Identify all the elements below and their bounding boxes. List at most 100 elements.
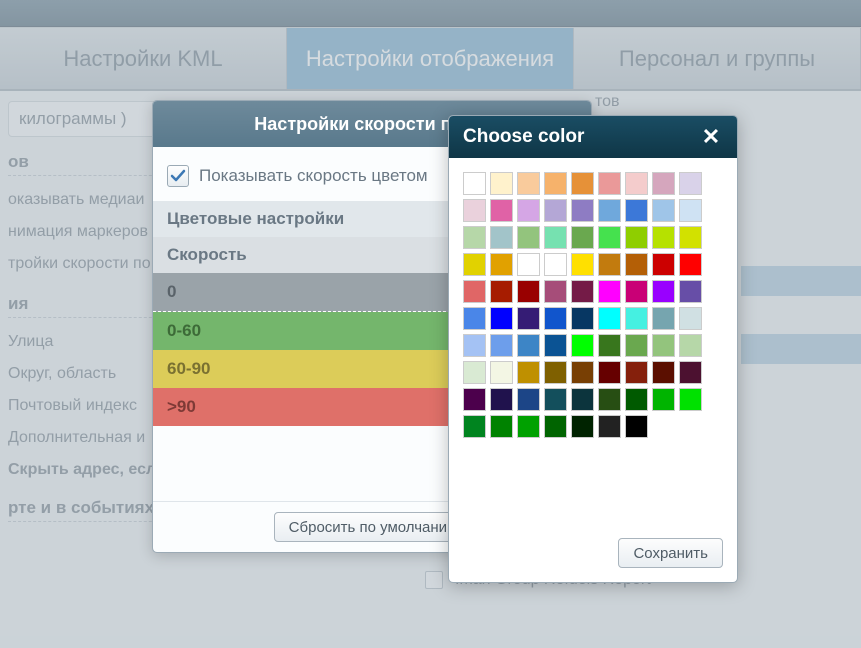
bg-units-input: килограммы ) bbox=[8, 101, 168, 137]
color-swatch[interactable] bbox=[679, 361, 702, 384]
bg-suffix: тов bbox=[595, 93, 620, 111]
color-swatch[interactable] bbox=[652, 226, 675, 249]
color-save-button[interactable]: Сохранить bbox=[618, 538, 723, 568]
color-swatch[interactable] bbox=[625, 307, 648, 330]
tab-kml[interactable]: Настройки KML bbox=[0, 28, 287, 89]
color-swatch[interactable] bbox=[463, 334, 486, 357]
color-swatch[interactable] bbox=[490, 172, 513, 195]
color-swatch[interactable] bbox=[517, 361, 540, 384]
color-swatch[interactable] bbox=[625, 388, 648, 411]
color-swatch[interactable] bbox=[625, 415, 648, 438]
color-swatch[interactable] bbox=[598, 307, 621, 330]
color-swatch[interactable] bbox=[679, 199, 702, 222]
color-swatch[interactable] bbox=[544, 415, 567, 438]
color-swatch[interactable] bbox=[544, 253, 567, 276]
color-swatch[interactable] bbox=[598, 334, 621, 357]
color-swatch[interactable] bbox=[463, 388, 486, 411]
color-swatch[interactable] bbox=[652, 172, 675, 195]
color-swatch[interactable] bbox=[679, 334, 702, 357]
color-swatch[interactable] bbox=[490, 280, 513, 303]
color-swatch[interactable] bbox=[679, 172, 702, 195]
tab-staff[interactable]: Персонал и группы bbox=[574, 28, 861, 89]
color-swatch[interactable] bbox=[490, 226, 513, 249]
color-swatch[interactable] bbox=[679, 388, 702, 411]
color-swatch[interactable] bbox=[490, 253, 513, 276]
bg-report-checkbox bbox=[425, 571, 443, 589]
color-swatch[interactable] bbox=[463, 226, 486, 249]
color-swatch[interactable] bbox=[517, 334, 540, 357]
color-swatch[interactable] bbox=[571, 307, 594, 330]
color-swatch[interactable] bbox=[517, 415, 540, 438]
color-swatch[interactable] bbox=[598, 199, 621, 222]
tab-display[interactable]: Настройки отображения bbox=[287, 28, 574, 89]
color-swatch[interactable] bbox=[571, 334, 594, 357]
color-swatch[interactable] bbox=[463, 361, 486, 384]
reset-default-button[interactable]: Сбросить по умолчанин bbox=[274, 512, 471, 542]
color-swatch[interactable] bbox=[490, 199, 513, 222]
color-swatch[interactable] bbox=[490, 307, 513, 330]
color-swatch[interactable] bbox=[652, 361, 675, 384]
color-swatch[interactable] bbox=[598, 172, 621, 195]
color-swatch[interactable] bbox=[544, 226, 567, 249]
color-swatch[interactable] bbox=[571, 226, 594, 249]
color-swatch[interactable] bbox=[652, 334, 675, 357]
color-swatch[interactable] bbox=[463, 253, 486, 276]
color-swatch[interactable] bbox=[463, 199, 486, 222]
color-swatch[interactable] bbox=[571, 280, 594, 303]
color-swatch[interactable] bbox=[517, 253, 540, 276]
color-swatch[interactable] bbox=[463, 280, 486, 303]
color-swatch[interactable] bbox=[598, 253, 621, 276]
color-swatch[interactable] bbox=[598, 361, 621, 384]
color-swatch[interactable] bbox=[571, 199, 594, 222]
color-swatch-grid bbox=[463, 172, 725, 438]
color-swatch[interactable] bbox=[625, 334, 648, 357]
color-swatch[interactable] bbox=[544, 172, 567, 195]
color-swatch[interactable] bbox=[652, 280, 675, 303]
color-swatch[interactable] bbox=[544, 334, 567, 357]
color-swatch[interactable] bbox=[625, 199, 648, 222]
color-swatch[interactable] bbox=[598, 415, 621, 438]
color-swatch[interactable] bbox=[463, 415, 486, 438]
color-swatch[interactable] bbox=[517, 307, 540, 330]
color-swatch[interactable] bbox=[625, 280, 648, 303]
color-swatch[interactable] bbox=[517, 388, 540, 411]
color-swatch[interactable] bbox=[544, 307, 567, 330]
color-swatch[interactable] bbox=[571, 388, 594, 411]
color-swatch[interactable] bbox=[625, 361, 648, 384]
color-swatch[interactable] bbox=[544, 361, 567, 384]
color-swatch[interactable] bbox=[571, 172, 594, 195]
color-swatch[interactable] bbox=[625, 172, 648, 195]
color-swatch[interactable] bbox=[463, 172, 486, 195]
color-swatch[interactable] bbox=[652, 199, 675, 222]
color-swatch[interactable] bbox=[679, 280, 702, 303]
color-swatch[interactable] bbox=[544, 388, 567, 411]
color-swatch[interactable] bbox=[490, 388, 513, 411]
color-swatch[interactable] bbox=[652, 307, 675, 330]
color-swatch[interactable] bbox=[517, 226, 540, 249]
color-swatch[interactable] bbox=[571, 415, 594, 438]
show-speed-color-checkbox[interactable] bbox=[167, 165, 189, 187]
color-swatch[interactable] bbox=[517, 172, 540, 195]
color-swatch[interactable] bbox=[598, 280, 621, 303]
color-swatch[interactable] bbox=[652, 388, 675, 411]
color-swatch[interactable] bbox=[544, 280, 567, 303]
color-swatch[interactable] bbox=[463, 307, 486, 330]
color-swatch[interactable] bbox=[490, 415, 513, 438]
color-swatch[interactable] bbox=[571, 253, 594, 276]
checkmark-icon bbox=[170, 168, 186, 184]
color-swatch[interactable] bbox=[598, 388, 621, 411]
color-swatch[interactable] bbox=[679, 253, 702, 276]
color-swatch[interactable] bbox=[598, 226, 621, 249]
color-swatch[interactable] bbox=[490, 334, 513, 357]
color-swatch[interactable] bbox=[625, 253, 648, 276]
color-swatch[interactable] bbox=[652, 253, 675, 276]
color-swatch[interactable] bbox=[679, 307, 702, 330]
color-swatch[interactable] bbox=[490, 361, 513, 384]
color-swatch[interactable] bbox=[544, 199, 567, 222]
color-swatch[interactable] bbox=[571, 361, 594, 384]
color-swatch[interactable] bbox=[517, 280, 540, 303]
color-swatch[interactable] bbox=[679, 226, 702, 249]
color-swatch[interactable] bbox=[625, 226, 648, 249]
color-swatch[interactable] bbox=[517, 199, 540, 222]
close-icon[interactable]: ✕ bbox=[699, 124, 723, 150]
